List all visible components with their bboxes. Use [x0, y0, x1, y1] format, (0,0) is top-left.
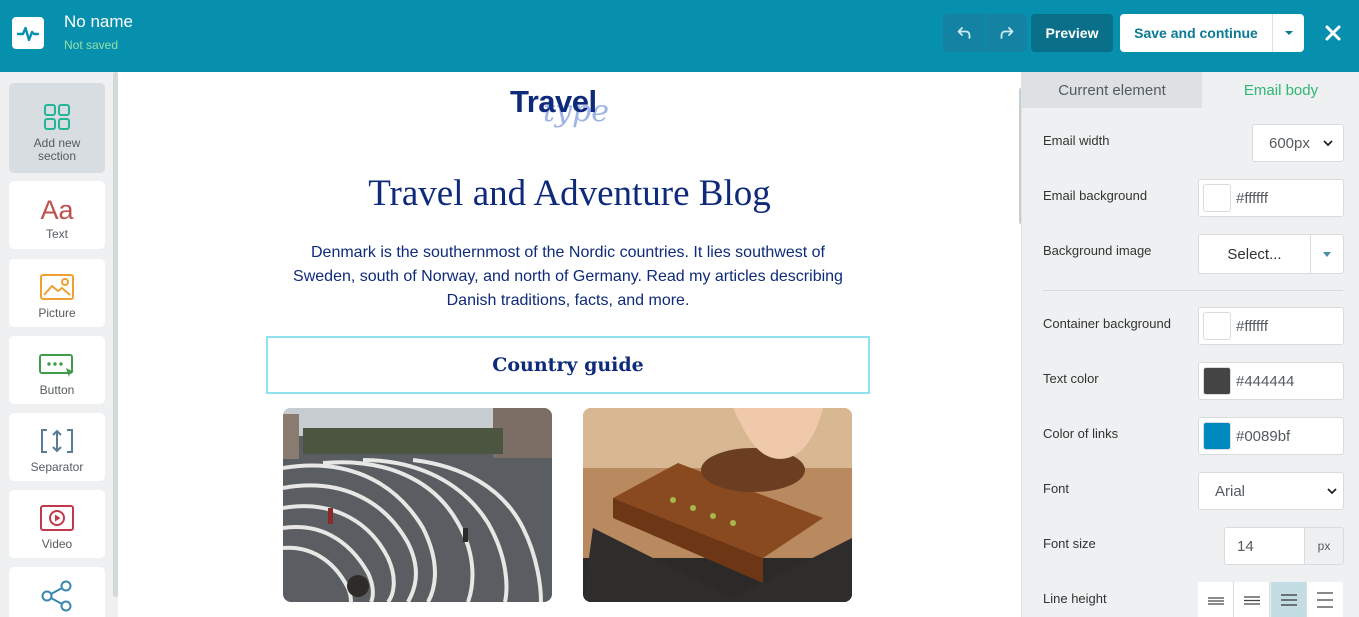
background-image-options-button[interactable] — [1310, 234, 1344, 274]
line-height-normal-icon — [1243, 595, 1260, 605]
container-background-field[interactable]: #ffffff — [1198, 307, 1344, 345]
line-height-option-1[interactable] — [1198, 582, 1234, 617]
chevron-down-icon — [1323, 139, 1333, 146]
share-icon — [41, 580, 72, 612]
separator-icon — [41, 429, 73, 453]
tool-add-section[interactable]: Add new section — [9, 83, 105, 173]
container-background-label: Container background — [1043, 316, 1171, 331]
link-color-value: #0089bf — [1236, 427, 1291, 445]
tool-video[interactable]: Video — [9, 490, 105, 558]
logo-pulse-icon — [16, 26, 40, 42]
chevron-down-icon — [1323, 251, 1331, 257]
font-size-input[interactable]: 14 — [1224, 527, 1305, 565]
tool-picture[interactable]: Picture — [9, 259, 105, 327]
tool-video-label: Video — [41, 537, 73, 551]
email-background-field[interactable]: #ffffff — [1198, 179, 1344, 217]
email-width-select[interactable]: 600px — [1252, 124, 1344, 162]
brand-logo[interactable]: Travel — [510, 84, 597, 120]
redo-button[interactable] — [986, 14, 1027, 52]
text-icon: Aa — [40, 195, 74, 225]
tool-separator[interactable]: Separator — [9, 413, 105, 481]
tool-picture-label: Picture — [38, 306, 76, 320]
link-color-swatch[interactable] — [1203, 422, 1231, 450]
container-background-swatch[interactable] — [1203, 312, 1231, 340]
cake-photo[interactable] — [583, 408, 852, 602]
text-color-label: Text color — [1043, 371, 1099, 386]
background-image-label: Background image — [1043, 243, 1152, 258]
link-color-field[interactable]: #0089bf — [1198, 417, 1344, 455]
street-photo[interactable] — [283, 408, 552, 602]
tool-button-label: Button — [39, 383, 75, 397]
tab-current-element[interactable]: Current element — [1022, 72, 1202, 108]
chevron-down-icon — [1284, 31, 1293, 35]
button-icon — [39, 354, 74, 377]
undo-icon — [957, 27, 971, 39]
text-color-swatch[interactable] — [1203, 367, 1231, 395]
font-value: Arial — [1215, 482, 1246, 500]
line-height-relaxed-icon — [1280, 593, 1297, 606]
tool-social[interactable] — [9, 567, 105, 617]
font-size-unit: px — [1304, 527, 1344, 565]
video-icon — [40, 505, 74, 531]
document-title[interactable]: No name — [64, 12, 133, 32]
email-background-swatch[interactable] — [1203, 184, 1231, 212]
top-toolbar: No name Not saved Preview Save and conti… — [0, 0, 1359, 72]
close-icon — [1325, 25, 1341, 41]
redo-icon — [1000, 27, 1013, 39]
email-heading[interactable]: Travel and Adventure Blog — [118, 172, 1021, 215]
text-color-field[interactable]: #444444 — [1198, 362, 1344, 400]
section-heading[interactable]: Country guide — [492, 354, 644, 376]
line-height-label: Line height — [1043, 591, 1107, 606]
link-color-label: Color of links — [1043, 426, 1119, 441]
email-canvas[interactable]: type Travel Travel and Adventure Blog De… — [118, 72, 1021, 617]
line-height-option-3[interactable] — [1271, 582, 1307, 617]
elements-sidebar: Add new section Aa Text Picture Button S… — [0, 72, 118, 617]
picture-icon — [40, 274, 74, 300]
font-size-label: Font size — [1043, 536, 1096, 551]
font-label: Font — [1043, 481, 1070, 496]
email-background-label: Email background — [1043, 188, 1148, 203]
background-image-select-button[interactable]: Select... — [1198, 234, 1311, 274]
chevron-down-icon — [1327, 487, 1337, 494]
email-width-value: 600px — [1269, 134, 1310, 152]
tool-button[interactable]: Button — [9, 336, 105, 404]
line-height-option-4[interactable] — [1307, 582, 1343, 617]
font-select[interactable]: Arial — [1198, 472, 1344, 510]
app-logo — [12, 17, 44, 49]
grid-icon — [44, 104, 70, 130]
email-background-value: #ffffff — [1236, 189, 1268, 207]
email-width-label: Email width — [1043, 133, 1110, 148]
save-status: Not saved — [64, 38, 119, 52]
selected-text-block[interactable]: Country guide — [266, 336, 870, 394]
text-color-value: #444444 — [1236, 372, 1295, 390]
line-height-tight-icon — [1207, 596, 1224, 605]
preview-button[interactable]: Preview — [1031, 14, 1113, 52]
panel-divider — [1043, 290, 1343, 291]
undo-button[interactable] — [943, 14, 985, 52]
tool-separator-label: Separator — [30, 460, 84, 474]
tool-text-label: Text — [45, 227, 68, 241]
save-and-continue-button[interactable]: Save and continue — [1120, 14, 1272, 52]
tool-text[interactable]: Aa Text — [9, 181, 105, 249]
line-height-option-2[interactable] — [1234, 582, 1270, 617]
tool-add-section-label: Add new section — [33, 136, 81, 163]
save-options-button[interactable] — [1272, 14, 1304, 52]
properties-panel: Current element Email body Email width 6… — [1021, 72, 1359, 617]
line-height-loose-icon — [1317, 591, 1333, 608]
close-button[interactable] — [1316, 14, 1350, 52]
tab-email-body[interactable]: Email body — [1202, 72, 1359, 108]
email-intro-text[interactable]: Denmark is the southernmost of the Nordi… — [290, 241, 846, 313]
container-background-value: #ffffff — [1236, 317, 1268, 335]
